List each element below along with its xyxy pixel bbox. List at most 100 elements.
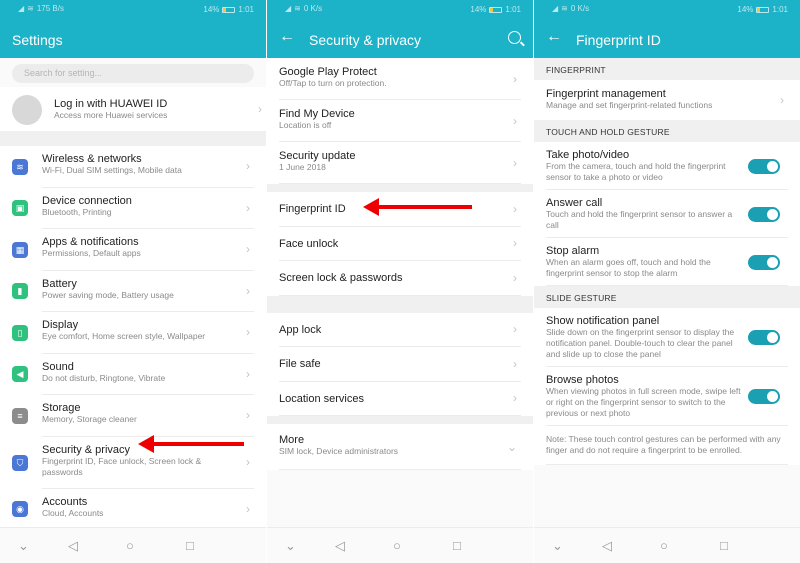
hide-nav-icon[interactable]: ⌄ <box>18 538 29 554</box>
item-label: Take photo/video <box>546 149 630 161</box>
battery-percent: 14% <box>737 5 754 14</box>
home-nav-icon[interactable]: ○ <box>126 538 134 553</box>
hide-nav-icon[interactable]: ⌄ <box>285 538 296 554</box>
recents-nav-icon[interactable]: □ <box>186 538 194 553</box>
chevron-right-icon: › <box>246 283 250 298</box>
settings-item-2[interactable]: ▦ Apps & notifications Permissions, Defa… <box>0 229 266 271</box>
item-label: Show notification panel <box>546 315 660 327</box>
settings-screen: ◢ ≋ 175 B/s 14% 1:01 Settings Search for se… <box>0 0 266 563</box>
back-nav-icon[interactable]: ◁ <box>335 538 345 554</box>
chevron-right-icon: › <box>246 242 250 257</box>
wifi-status-icon: ≋ <box>294 4 301 13</box>
page-title: Security & privacy <box>309 32 422 48</box>
chevron-right-icon: › <box>246 501 250 516</box>
hide-nav-icon[interactable]: ⌄ <box>552 538 563 554</box>
settings-item-4[interactable]: ▯ Display Eye comfort, Home screen style… <box>0 312 266 354</box>
security-group-3: App lock › File safe › Location services… <box>267 312 533 416</box>
list-item[interactable]: Face unlock › <box>267 226 533 261</box>
huawei-id-login[interactable]: Log in with HUAWEI ID Access more Huawei… <box>0 87 266 131</box>
item-label: Security update <box>279 150 356 162</box>
toggle-switch[interactable] <box>748 389 780 404</box>
app-bar: ◢ ≋ 0 K/s 14% 1:01 ← Security & privacy <box>267 0 533 58</box>
fingerprint-id-screen: ◢ ≋ 0 K/s 14% 1:01 ← Fingerprint ID FINGERP… <box>534 0 800 563</box>
section-header-slide: SLIDE GESTURE <box>534 286 800 308</box>
security-privacy-screen: ◢ ≋ 0 K/s 14% 1:01 ← Security & privacy Goo… <box>267 0 533 563</box>
list-item[interactable]: Screen lock & passwords › <box>267 261 533 296</box>
recents-nav-icon[interactable]: □ <box>720 538 728 553</box>
chevron-right-icon: › <box>246 325 250 340</box>
item-label: Sound <box>42 360 74 373</box>
sound-icon: ◀ <box>12 366 28 383</box>
list-item[interactable]: Security update 1 June 2018 › <box>267 142 533 184</box>
more-sub: SIM lock, Device administrators <box>279 446 399 456</box>
wifi-icon: ≋ <box>12 158 28 175</box>
settings-item-8[interactable]: ◉ Accounts Cloud, Accounts › <box>0 488 266 530</box>
gesture-item: Take photo/video From the camera, touch … <box>534 142 800 190</box>
back-arrow-icon[interactable]: ← <box>546 28 562 46</box>
recents-nav-icon[interactable]: □ <box>453 538 461 553</box>
back-arrow-icon[interactable]: ← <box>279 28 295 46</box>
settings-item-1[interactable]: ▣ Device connection Bluetooth, Printing … <box>0 187 266 229</box>
settings-item-3[interactable]: ▮ Battery Power saving mode, Battery usa… <box>0 270 266 312</box>
item-sub: Permissions, Default apps <box>42 248 141 258</box>
list-item[interactable]: Location services › <box>267 381 533 416</box>
settings-item-0[interactable]: ≋ Wireless & networks Wi-Fi, Dual SIM se… <box>0 146 266 188</box>
list-item[interactable]: Find My Device Location is off › <box>267 100 533 142</box>
avatar <box>12 95 42 125</box>
toggle-switch[interactable] <box>748 330 780 345</box>
item-label: Answer call <box>546 197 603 209</box>
item-sub: Slide down on the fingerprint sensor to … <box>546 327 735 359</box>
item-label: File safe <box>279 358 321 370</box>
settings-item-5[interactable]: ◀ Sound Do not disturb, Ringtone, Vibrat… <box>0 353 266 395</box>
toggle-switch[interactable] <box>748 158 780 174</box>
page-title: Fingerprint ID <box>576 32 661 48</box>
home-nav-icon[interactable]: ○ <box>393 538 401 553</box>
signal-icon: ◢ <box>285 4 292 13</box>
device-connection-icon: ▣ <box>12 200 28 217</box>
signal-icon: ◢ <box>552 4 559 13</box>
search-icon[interactable] <box>508 31 521 44</box>
clock: 1:01 <box>238 5 254 14</box>
toggle-switch[interactable] <box>748 254 780 270</box>
battery-status-icon <box>489 6 503 13</box>
item-sub: Do not disturb, Ringtone, Vibrate <box>42 372 166 383</box>
chevron-right-icon: › <box>513 113 517 128</box>
shield-icon: ⛉ <box>12 454 28 471</box>
more-item[interactable]: More SIM lock, Device administrators ⌄ <box>267 424 533 470</box>
network-speed: 0 K/s <box>570 4 590 13</box>
network-speed: 0 K/s <box>303 4 323 13</box>
back-nav-icon[interactable]: ◁ <box>602 538 612 554</box>
toggle-switch[interactable] <box>748 206 780 222</box>
home-nav-icon[interactable]: ○ <box>660 538 668 553</box>
storage-icon: ≡ <box>12 407 28 424</box>
list-item[interactable]: Google Play Protect Off/Tap to turn on p… <box>267 58 533 100</box>
nav-bar: ⌄ ◁ ○ □ <box>534 527 800 563</box>
chevron-right-icon: › <box>513 155 517 170</box>
status-bar: ◢ ≋ 175 B/s 14% 1:01 <box>0 0 266 18</box>
chevron-right-icon: › <box>513 71 517 86</box>
item-sub: Wi-Fi, Dual SIM settings, Mobile data <box>42 165 182 175</box>
item-sub: When an alarm goes off, touch and hold t… <box>546 257 711 278</box>
chevron-right-icon: › <box>246 366 250 381</box>
chevron-right-icon: › <box>513 201 517 216</box>
list-item[interactable]: File safe › <box>267 347 533 382</box>
fingerprint-management-item[interactable]: Fingerprint management Manage and set fi… <box>534 80 800 120</box>
battery-status-icon <box>756 6 770 13</box>
item-label: Face unlock <box>279 237 339 250</box>
item-label: Wireless & networks <box>42 153 142 165</box>
chevron-right-icon: › <box>513 356 517 371</box>
gesture-item: Stop alarm When an alarm goes off, touch… <box>534 238 800 286</box>
security-group-1: Google Play Protect Off/Tap to turn on p… <box>267 58 533 184</box>
item-label: Device connection <box>42 194 132 207</box>
divider <box>267 416 533 424</box>
list-item[interactable]: App lock › <box>267 312 533 347</box>
settings-item-6[interactable]: ≡ Storage Memory, Storage cleaner › <box>0 395 266 437</box>
item-label: Storage <box>42 402 81 414</box>
list-item[interactable]: Fingerprint ID › <box>267 192 533 227</box>
back-nav-icon[interactable]: ◁ <box>68 538 78 554</box>
chevron-right-icon: › <box>246 455 250 469</box>
gesture-item: Answer call Touch and hold the fingerpri… <box>534 190 800 238</box>
item-sub: Memory, Storage cleaner <box>42 414 137 424</box>
app-bar: ◢ ≋ 175 B/s 14% 1:01 Settings <box>0 0 266 58</box>
search-input[interactable]: Search for setting... <box>12 64 254 83</box>
